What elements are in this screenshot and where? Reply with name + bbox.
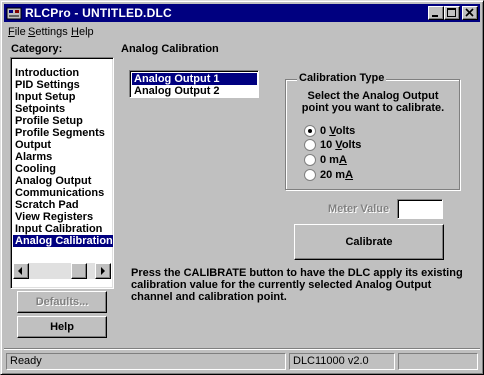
maximize-icon — [447, 8, 456, 17]
category-item-input-setup[interactable]: Input Setup — [13, 91, 113, 103]
category-item-introduction[interactable]: Introduction — [13, 67, 113, 79]
arrow-right-icon — [101, 267, 105, 275]
menu-bar: File Settings Help — [4, 23, 480, 41]
help-button[interactable]: Help — [17, 316, 107, 338]
scroll-right-button[interactable] — [95, 263, 111, 279]
category-item-pid-settings[interactable]: PID Settings — [13, 79, 113, 91]
radio-unchecked-icon — [304, 139, 316, 151]
analog-output-item-2[interactable]: Analog Output 2 — [132, 85, 257, 97]
category-item-cooling[interactable]: Cooling — [13, 163, 113, 175]
app-window: RLCPro - UNTITLED.DLC File Settings Help… — [0, 0, 484, 375]
description-line-2: point you want to calibrate. — [301, 102, 445, 114]
category-item-analog-calibration[interactable]: Analog Calibration — [13, 235, 113, 247]
radio-checked-icon — [304, 125, 316, 137]
instruction-line-3: channel and calibration point. — [131, 291, 287, 303]
radio-unchecked-icon — [304, 169, 316, 181]
category-horizontal-scrollbar[interactable] — [13, 263, 111, 279]
meter-value-label: Meter Value — [328, 203, 390, 215]
analog-output-list[interactable]: Analog Output 1 Analog Output 2 — [129, 70, 259, 98]
radio-label: 20 mA — [320, 169, 354, 181]
minimize-button[interactable] — [428, 6, 444, 20]
status-separator — [4, 348, 480, 350]
title-bar[interactable]: RLCPro - UNTITLED.DLC — [4, 4, 480, 22]
category-item-profile-segments[interactable]: Profile Segments — [13, 127, 113, 139]
section-title: Analog Calibration — [121, 43, 219, 55]
category-list[interactable]: Introduction PID Settings Input Setup Se… — [10, 57, 114, 289]
analog-output-item-1[interactable]: Analog Output 1 — [132, 73, 257, 85]
app-icon[interactable] — [6, 5, 22, 21]
category-label: Category: — [11, 43, 63, 55]
scroll-thumb[interactable] — [71, 263, 87, 279]
radio-label: 0 Volts — [320, 125, 356, 137]
status-version: DLC11000 v2.0 — [289, 353, 395, 370]
radio-label: 0 mA — [320, 154, 347, 166]
category-item-scratch-pad[interactable]: Scratch Pad — [13, 199, 113, 211]
radio-label: 10 Volts — [320, 139, 362, 151]
scroll-left-button[interactable] — [13, 263, 29, 279]
instruction-text: Press the CALIBRATE button to have the D… — [131, 267, 471, 303]
category-item-analog-output[interactable]: Analog Output — [13, 175, 113, 187]
menu-settings[interactable]: Settings — [28, 25, 68, 39]
calibration-type-title: Calibration Type — [297, 72, 387, 85]
menu-help[interactable]: Help — [71, 25, 94, 39]
defaults-button[interactable]: Defaults... — [17, 291, 107, 313]
description-line-1: Select the Analog Output — [307, 90, 439, 102]
menu-file[interactable]: File — [8, 25, 26, 39]
category-item-communications[interactable]: Communications — [13, 187, 113, 199]
window-title: RLCPro - UNTITLED.DLC — [25, 6, 172, 20]
category-item-profile-setup[interactable]: Profile Setup — [13, 115, 113, 127]
category-item-output[interactable]: Output — [13, 139, 113, 151]
maximize-button[interactable] — [444, 6, 460, 20]
status-extra — [398, 353, 478, 370]
instruction-line-2: calibration value for the currently sele… — [131, 279, 432, 291]
calibration-type-description: Select the Analog Output point you want … — [289, 90, 457, 114]
calibrate-button[interactable]: Calibrate — [294, 224, 444, 260]
radio-unchecked-icon — [304, 154, 316, 166]
category-item-view-registers[interactable]: View Registers — [13, 211, 113, 223]
status-ready: Ready — [6, 353, 286, 370]
category-item-alarms[interactable]: Alarms — [13, 151, 113, 163]
meter-value-field[interactable] — [397, 199, 443, 219]
minimize-icon — [432, 15, 438, 17]
arrow-left-icon — [18, 267, 22, 275]
instruction-line-1: Press the CALIBRATE button to have the D… — [131, 267, 463, 279]
close-icon — [465, 8, 474, 17]
category-item-setpoints[interactable]: Setpoints — [13, 103, 113, 115]
category-item-input-calibration[interactable]: Input Calibration — [13, 223, 113, 235]
close-button[interactable] — [462, 6, 478, 20]
